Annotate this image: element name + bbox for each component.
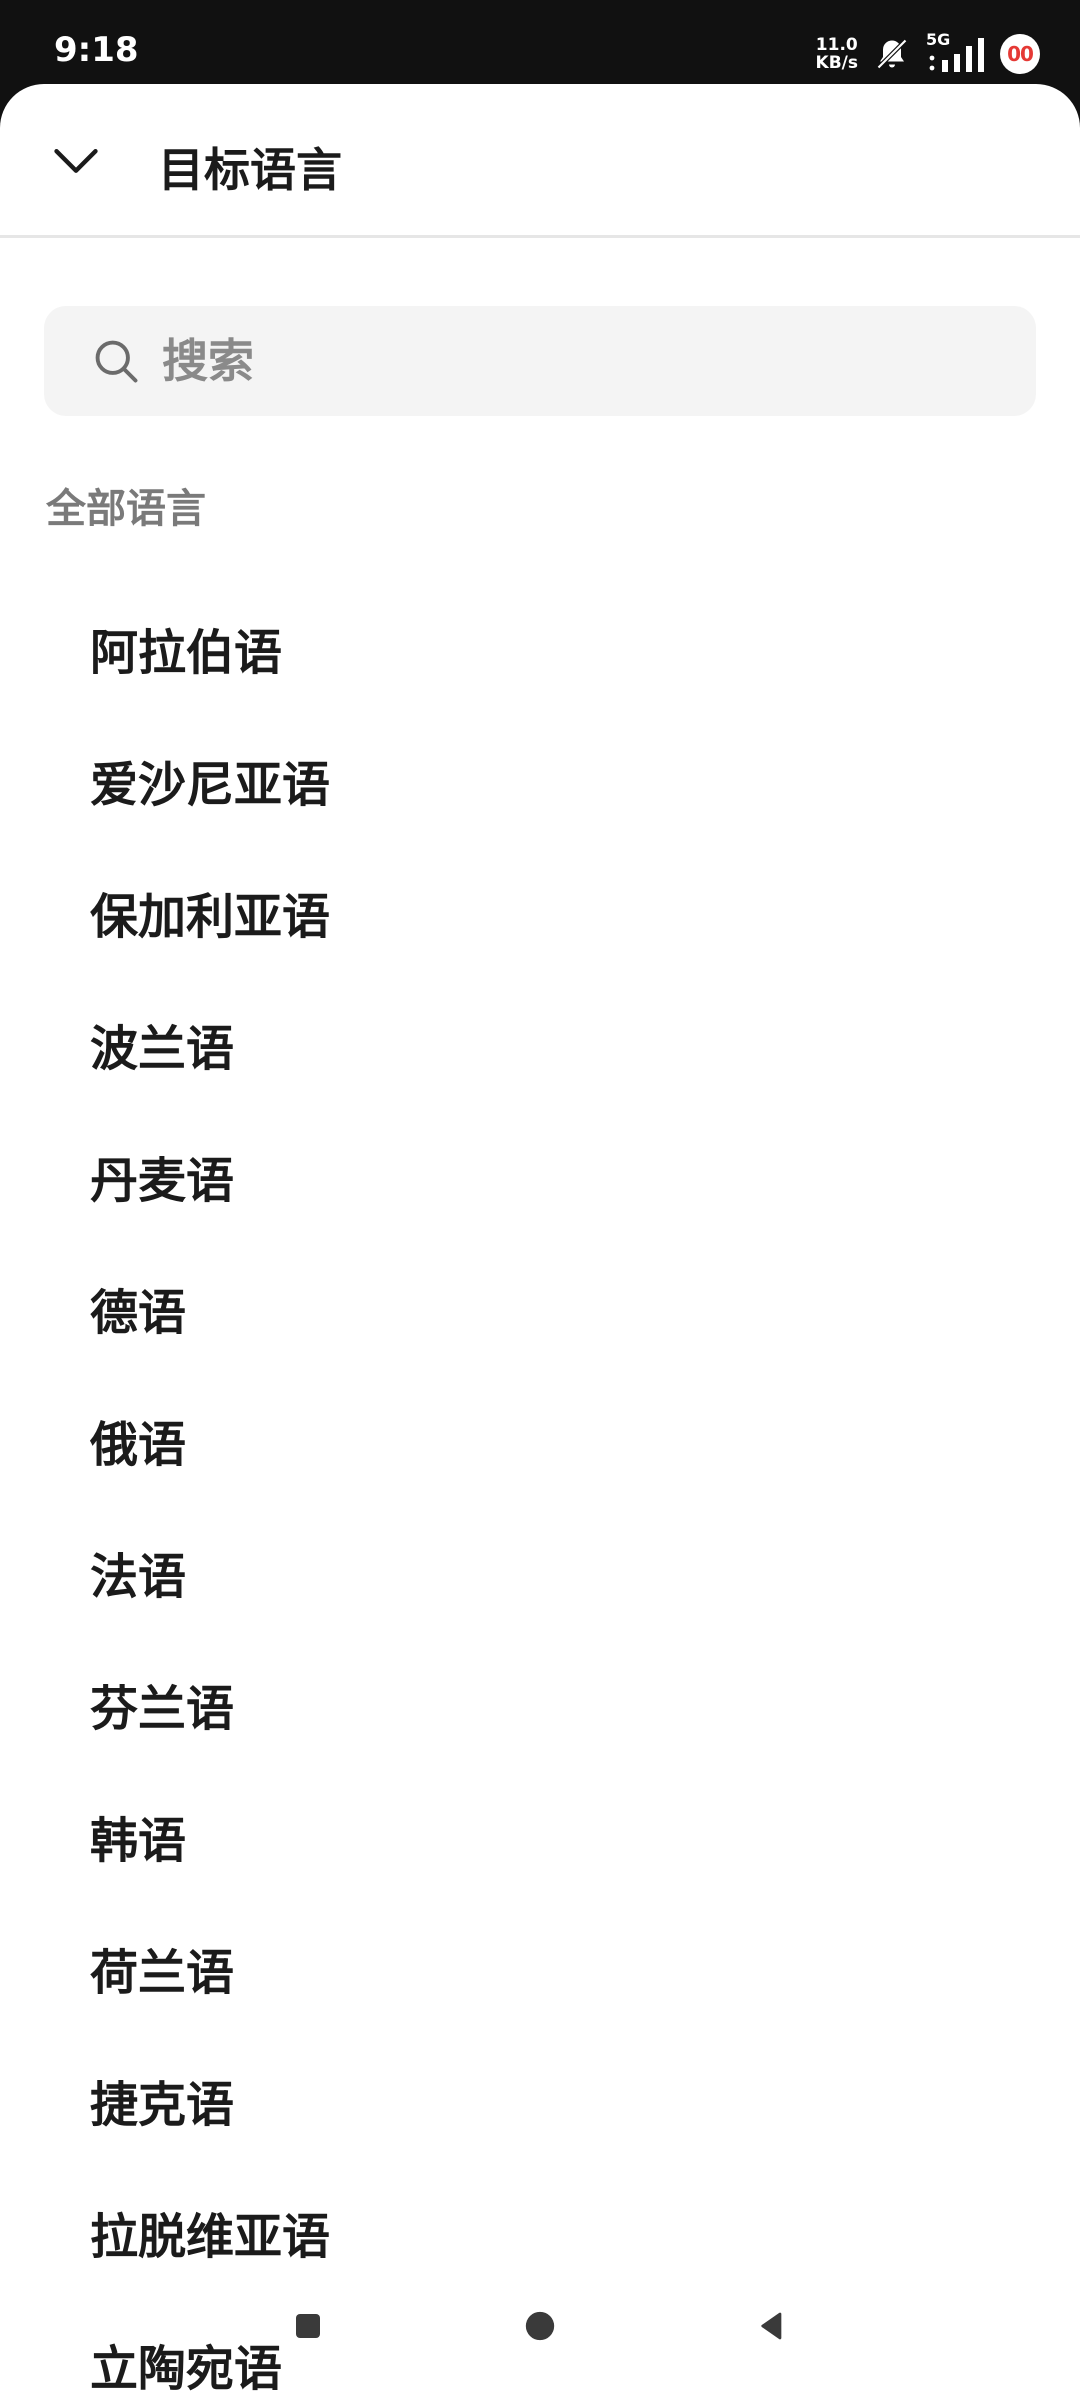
section-label-all-languages: 全部语言 <box>46 486 206 532</box>
language-item-bulgarian[interactable]: 保加利亚语 <box>0 846 1080 978</box>
recent-apps-button[interactable] <box>278 2296 338 2356</box>
search-icon <box>90 335 142 387</box>
language-sheet: 目标语言 全部语言 阿拉伯语 爱沙尼亚语 保加利亚语 波兰语 丹麦语 德语 俄语… <box>0 84 1080 2400</box>
page-title: 目标语言 <box>158 143 342 197</box>
collapse-button[interactable] <box>40 126 112 198</box>
back-triangle-icon <box>761 2312 782 2340</box>
language-item-danish[interactable]: 丹麦语 <box>0 1110 1080 1242</box>
net-speed: 11.0 KB/s <box>816 36 858 72</box>
sheet-header: 目标语言 <box>0 84 1080 238</box>
back-button[interactable] <box>742 2296 802 2356</box>
language-item-estonian[interactable]: 爱沙尼亚语 <box>0 714 1080 846</box>
language-list: 阿拉伯语 爱沙尼亚语 保加利亚语 波兰语 丹麦语 德语 俄语 法语 芬兰语 韩语… <box>0 582 1080 2400</box>
network-type: 5G <box>926 30 951 49</box>
language-item-latvian[interactable]: 拉脱维亚语 <box>0 2166 1080 2298</box>
chevron-down-icon <box>54 149 98 173</box>
status-bar: 9:18 11.0 KB/s 5G 00 <box>0 0 1080 84</box>
search-bar[interactable] <box>44 306 1036 416</box>
record-badge-icon: 00 <box>1000 34 1040 74</box>
record-badge-text: 00 <box>1007 42 1034 66</box>
language-item-polish[interactable]: 波兰语 <box>0 978 1080 1110</box>
search-input[interactable] <box>162 334 982 388</box>
language-item-russian[interactable]: 俄语 <box>0 1374 1080 1506</box>
status-icons: 11.0 KB/s 5G 00 <box>816 30 1040 78</box>
square-icon <box>296 2314 320 2338</box>
signal-icon: 5G <box>926 30 986 74</box>
bell-muted-icon <box>872 34 912 74</box>
language-item-french[interactable]: 法语 <box>0 1506 1080 1638</box>
net-speed-unit: KB/s <box>815 53 858 73</box>
language-item-czech[interactable]: 捷克语 <box>0 2034 1080 2166</box>
net-speed-value: 11.0 <box>815 35 858 55</box>
language-item-korean[interactable]: 韩语 <box>0 1770 1080 1902</box>
circle-icon <box>525 2311 555 2341</box>
status-time: 9:18 <box>54 30 139 70</box>
language-item-dutch[interactable]: 荷兰语 <box>0 1902 1080 2034</box>
language-item-arabic[interactable]: 阿拉伯语 <box>0 582 1080 714</box>
language-item-finnish[interactable]: 芬兰语 <box>0 1638 1080 1770</box>
language-item-german[interactable]: 德语 <box>0 1242 1080 1374</box>
home-button[interactable] <box>510 2296 570 2356</box>
